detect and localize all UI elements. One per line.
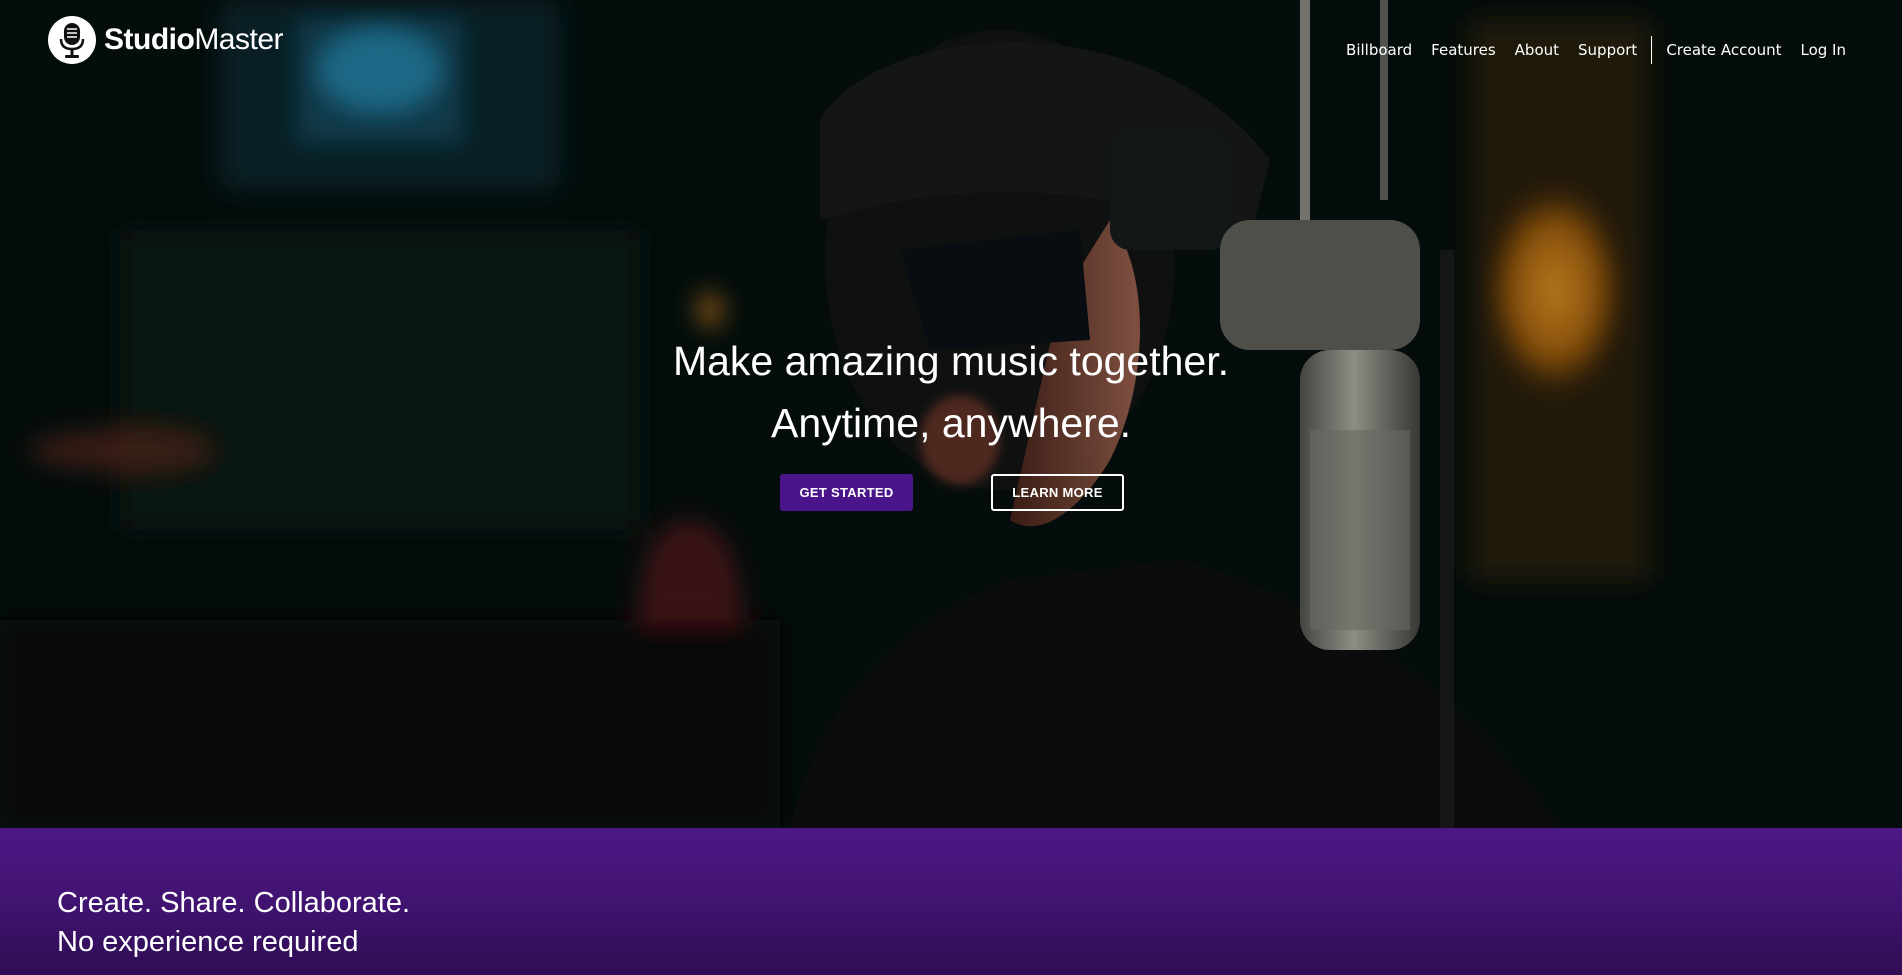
hero-headline-line2: Anytime, anywhere. xyxy=(770,400,1132,446)
band-heading: Create. Share. Collaborate. No experienc… xyxy=(57,884,410,962)
get-started-button[interactable]: GET STARTED xyxy=(780,474,913,511)
log-in-link[interactable]: Log In xyxy=(1801,41,1847,59)
nav-item-billboard[interactable]: Billboard xyxy=(1346,41,1412,59)
features-band: Create. Share. Collaborate. No experienc… xyxy=(0,828,1902,975)
main-nav: Billboard Features About Support Create … xyxy=(1327,36,1846,64)
hero-section: StudioMaster Billboard Features About Su… xyxy=(0,0,1902,828)
landing-page: StudioMaster Billboard Features About Su… xyxy=(0,0,1902,975)
nav-item-support[interactable]: Support xyxy=(1578,41,1637,59)
nav-divider xyxy=(1651,36,1653,64)
hero-headline-line1: Make amazing music together. xyxy=(672,338,1230,384)
microphone-icon xyxy=(48,16,96,64)
brand-logo[interactable]: StudioMaster xyxy=(48,16,283,64)
nav-item-features[interactable]: Features xyxy=(1431,41,1496,59)
learn-more-button[interactable]: LEARN MORE xyxy=(991,474,1124,511)
band-heading-line2: No experience required xyxy=(57,926,359,958)
nav-item-about[interactable]: About xyxy=(1515,41,1559,59)
brand-name: StudioMaster xyxy=(104,23,283,56)
create-account-link[interactable]: Create Account xyxy=(1666,41,1781,59)
hero-headline: Make amazing music together. Anytime, an… xyxy=(0,330,1902,454)
band-heading-line1: Create. Share. Collaborate. xyxy=(57,887,411,919)
top-navigation-bar: StudioMaster Billboard Features About Su… xyxy=(0,0,1902,80)
